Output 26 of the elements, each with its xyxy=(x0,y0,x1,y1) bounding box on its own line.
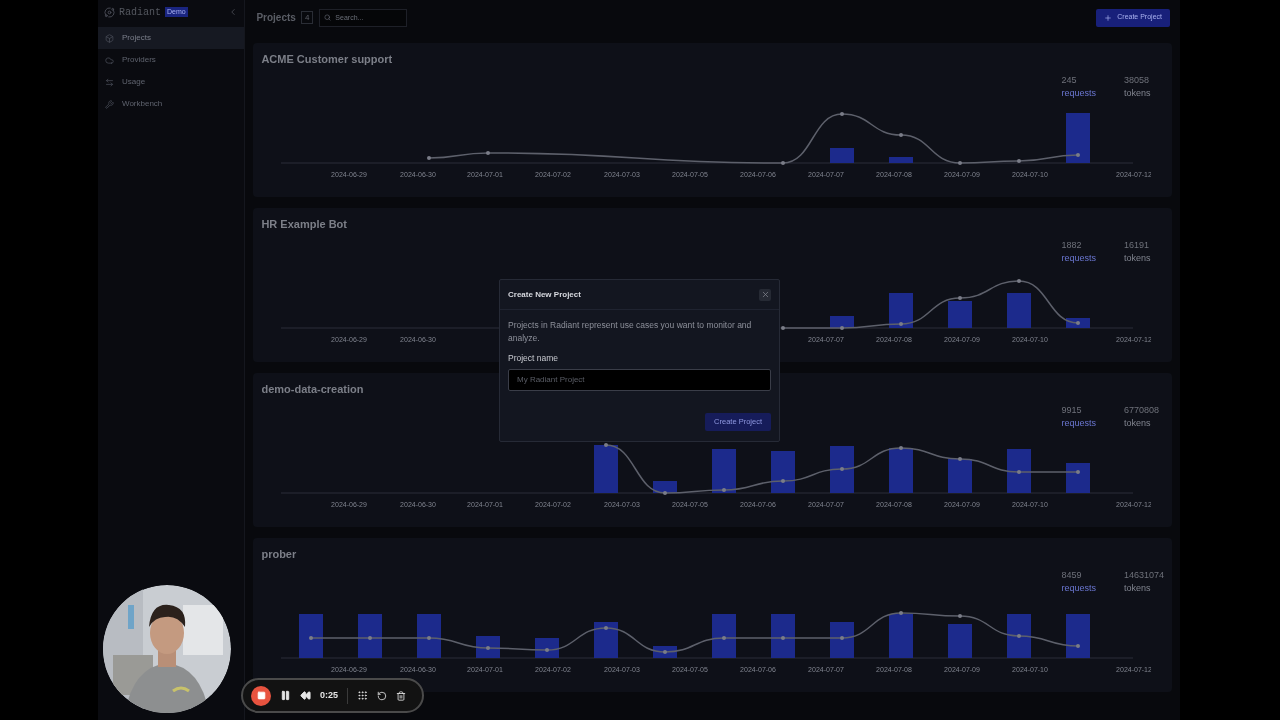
requests-count: 8459 xyxy=(1061,569,1083,582)
tokens-label: tokens xyxy=(1123,252,1151,265)
project-title: demo-data-creation xyxy=(261,382,365,397)
tokens-count: 14631074 xyxy=(1123,569,1164,582)
project-count: 4 xyxy=(300,11,314,24)
project-title: HR Example Bot xyxy=(261,217,348,232)
project-title: prober xyxy=(261,547,298,562)
requests-count: 245 xyxy=(1061,74,1078,87)
tokens-label: tokens xyxy=(1123,582,1152,595)
requests-label: requests xyxy=(1061,582,1096,595)
tokens-count: 6770808 xyxy=(1123,404,1159,417)
requests-count: 9915 xyxy=(1061,404,1083,417)
dialog-description: Projects in Radiant represent use cases you want to monitor and analyze. xyxy=(507,319,753,345)
tokens-label: tokens xyxy=(1123,87,1151,100)
tokens-count: 38058 xyxy=(1123,74,1150,87)
dialog-title: Create New Project xyxy=(508,288,581,301)
field-label: Project name xyxy=(507,352,560,365)
page-title: Projects xyxy=(256,11,296,25)
requests-count: 1882 xyxy=(1061,239,1083,252)
project-title: ACME Customer support xyxy=(261,52,394,67)
tokens-label: tokens xyxy=(1123,417,1152,430)
requests-label: requests xyxy=(1061,252,1096,265)
brand-name: Radiant xyxy=(119,5,161,20)
requests-label: requests xyxy=(1061,87,1096,100)
requests-label: requests xyxy=(1061,417,1096,430)
tokens-count: 16191 xyxy=(1123,239,1150,252)
